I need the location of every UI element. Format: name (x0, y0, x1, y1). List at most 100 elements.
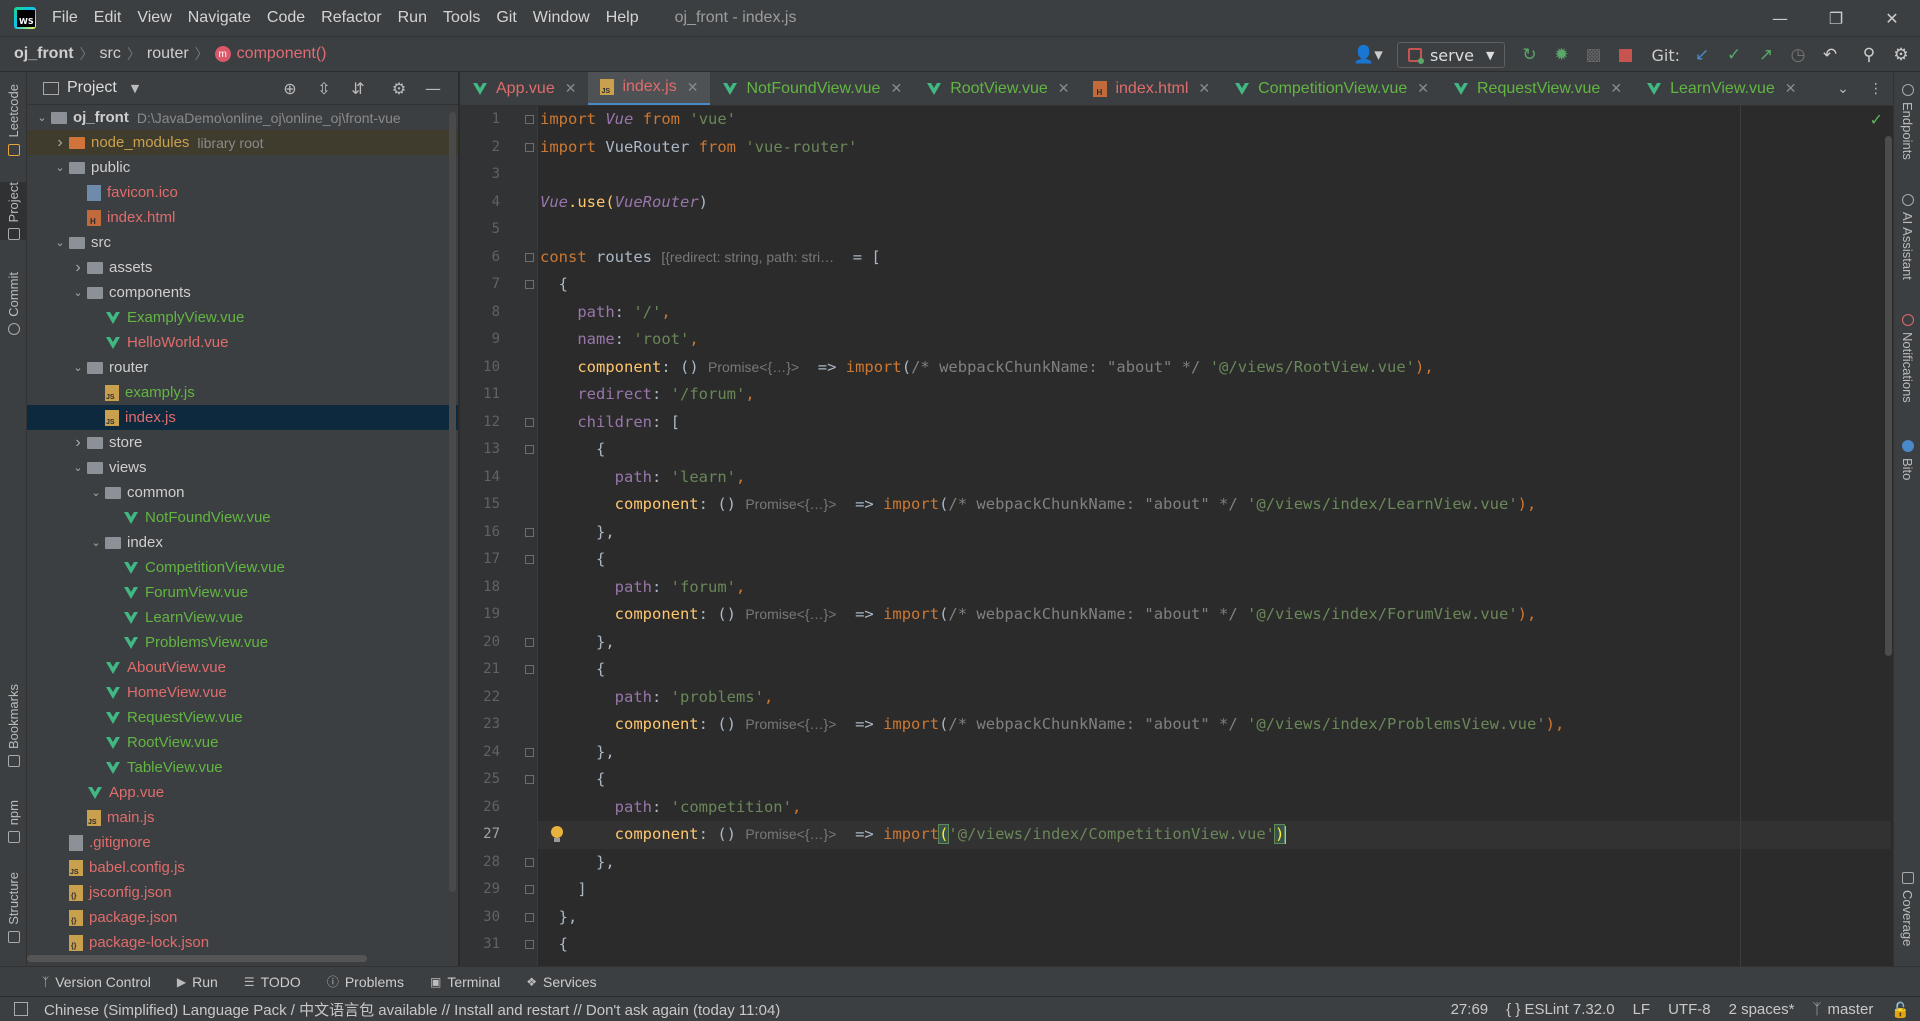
tree-item[interactable]: ProblemsView.vue (27, 630, 458, 655)
fold-marker-icon[interactable] (525, 115, 534, 124)
chevron-down-icon[interactable]: ⌄ (51, 236, 69, 249)
breadcrumb-src[interactable]: src (100, 45, 121, 63)
fold-marker-icon[interactable] (525, 445, 534, 454)
caret-position[interactable]: 27:69 (1451, 1001, 1489, 1018)
status-message[interactable]: Chinese (Simplified) Language Pack / 中文语… (44, 999, 780, 1020)
tree-item[interactable]: › assets (27, 255, 458, 280)
locate-file-icon[interactable]: ⊕ (274, 74, 306, 104)
chevron-down-icon[interactable]: ⌄ (51, 161, 69, 174)
line-number[interactable]: 19 (460, 601, 500, 629)
chevron-down-icon[interactable]: ⌄ (69, 286, 87, 299)
tool-coverage[interactable]: Coverage (1894, 872, 1920, 946)
tree-item[interactable]: package-lock.json (27, 930, 458, 951)
menu-refactor[interactable]: Refactor (321, 9, 381, 27)
code-line[interactable]: component: () Promise<{…}> => import('@/… (540, 821, 1287, 849)
editor-gutter[interactable]: 1 2 3 4 5 6 7 8 9 10 11 12 13 14 15 16 17 18 19 20 21 22 23 24 2… (460, 106, 538, 966)
line-number[interactable]: 4 (460, 189, 500, 217)
code-line[interactable]: { (540, 656, 605, 684)
tool-ai-assistant[interactable]: AI Assistant (1894, 194, 1920, 280)
git-push-icon[interactable]: ↗ (1751, 40, 1781, 70)
close-tab-icon[interactable]: ✕ (1058, 80, 1070, 97)
panel-options-gear-icon[interactable]: ⚙ (383, 74, 415, 104)
line-number[interactable]: 16 (460, 519, 500, 547)
code-line[interactable]: path: 'forum', (540, 574, 746, 602)
chevron-down-icon[interactable]: ▼ (131, 82, 139, 95)
code-line[interactable]: { (540, 436, 605, 464)
close-tab-icon[interactable]: ✕ (565, 80, 577, 97)
menu-code[interactable]: Code (267, 9, 305, 27)
menu-git[interactable]: Git (496, 9, 516, 27)
tree-scroll-thumb[interactable] (27, 955, 367, 962)
tree-item[interactable]: favicon.ico (27, 180, 458, 205)
tree-item[interactable]: ⌄ router (27, 355, 458, 380)
code-line[interactable]: path: 'competition', (540, 794, 802, 822)
tool-endpoints[interactable]: Endpoints (1894, 84, 1920, 160)
version-control-button[interactable]: ᛉ Version Control (42, 974, 151, 990)
eslint-status[interactable]: { } ESLint 7.32.0 (1506, 1001, 1614, 1018)
fold-marker-icon[interactable] (525, 857, 534, 867)
git-rollback-icon[interactable]: ↶ (1815, 40, 1845, 70)
tree-item[interactable]: .gitignore (27, 830, 458, 855)
line-number[interactable]: 31 (460, 931, 500, 959)
tool-bito[interactable]: Bito (1894, 440, 1920, 480)
line-number[interactable]: 29 (460, 876, 500, 904)
line-number[interactable]: 2 (460, 134, 500, 162)
tree-item[interactable]: CompetitionView.vue (27, 555, 458, 580)
tab-list-chevron-icon[interactable]: ⌄ (1837, 81, 1849, 97)
line-separator[interactable]: LF (1633, 1001, 1651, 1018)
tree-item[interactable]: jsconfig.json (27, 880, 458, 905)
tree-item[interactable]: examply.js (27, 380, 458, 405)
code-line[interactable]: }, (540, 849, 615, 877)
rerun-icon[interactable]: ↻ (1514, 40, 1544, 70)
close-tab-icon[interactable]: ✕ (890, 80, 902, 97)
code-line[interactable]: const routes [{redirect: string, path: s… (540, 244, 881, 272)
editor-tab[interactable]: App.vue ✕ (460, 72, 588, 105)
file-encoding[interactable]: UTF-8 (1668, 1001, 1711, 1018)
tree-item[interactable]: ⌄ components (27, 280, 458, 305)
code-line[interactable]: path: 'learn', (540, 464, 746, 492)
chevron-down-icon[interactable]: ⌄ (87, 536, 105, 549)
menu-navigate[interactable]: Navigate (188, 9, 251, 27)
settings-gear-icon[interactable]: ⚙ (1886, 40, 1916, 70)
tool-commit[interactable]: Commit (0, 272, 27, 335)
breadcrumb-project[interactable]: oj_front (14, 45, 74, 63)
close-tab-icon[interactable]: ✕ (687, 79, 699, 96)
tree-item[interactable]: RequestView.vue (27, 705, 458, 730)
tree-item[interactable]: ForumView.vue (27, 580, 458, 605)
collapse-all-icon[interactable]: ⇵ (342, 74, 374, 104)
line-number[interactable]: 9 (460, 326, 500, 354)
tree-item[interactable]: ⌄ src (27, 230, 458, 255)
breadcrumb-router[interactable]: router (147, 45, 189, 63)
line-number[interactable]: 23 (460, 711, 500, 739)
chevron-right-icon[interactable]: › (51, 134, 69, 152)
tree-item[interactable]: › store (27, 430, 458, 455)
fold-marker-icon[interactable] (525, 747, 534, 757)
tree-item[interactable]: ExamplyView.vue (27, 305, 458, 330)
close-tab-icon[interactable]: ✕ (1198, 80, 1210, 97)
coverage-run-icon[interactable]: ▩ (1578, 40, 1608, 70)
menu-file[interactable]: File (52, 9, 78, 27)
code-line[interactable]: { (540, 931, 568, 959)
editor-tab[interactable]: LearnView.vue ✕ (1634, 72, 1808, 105)
line-number[interactable]: 30 (460, 904, 500, 932)
line-number[interactable]: 7 (460, 271, 500, 299)
tree-item[interactable]: ⌄ index (27, 530, 458, 555)
tree-horizontal-scrollbar[interactable] (27, 951, 458, 966)
tool-leetcode[interactable]: Leetcode (0, 84, 27, 156)
line-number[interactable]: 27 (460, 821, 500, 849)
tree-item[interactable]: ⌄ oj_front D:\JavaDemo\online_oj\online_oj… (27, 105, 458, 130)
project-panel-title[interactable]: Project (67, 79, 117, 97)
line-number[interactable]: 28 (460, 849, 500, 877)
git-update-icon[interactable]: ↙ (1687, 40, 1717, 70)
tool-notifications[interactable]: Notifications (1894, 314, 1920, 403)
fold-marker-icon[interactable] (525, 775, 534, 784)
chevron-down-icon[interactable]: ⌄ (69, 461, 87, 474)
tree-item[interactable]: HomeView.vue (27, 680, 458, 705)
tree-item[interactable]: TableView.vue (27, 755, 458, 780)
code-line[interactable]: import Vue from 'vue' (540, 106, 736, 134)
run-config-selector[interactable]: serve ▼ (1396, 42, 1506, 68)
fold-marker-icon[interactable] (525, 280, 534, 289)
editor-vertical-scrollbar[interactable] (1883, 136, 1893, 656)
fold-marker-icon[interactable] (525, 527, 534, 537)
services-button[interactable]: ❖ Services (526, 974, 596, 990)
